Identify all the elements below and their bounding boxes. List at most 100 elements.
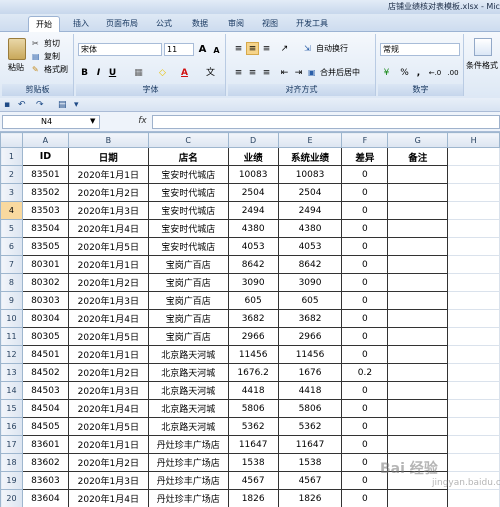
data-cell[interactable] [387,327,449,346]
data-cell[interactable]: 1676 [277,363,343,382]
empty-cell[interactable] [447,255,500,274]
bold-button[interactable]: B [78,66,91,79]
empty-cell[interactable] [447,147,500,166]
data-cell[interactable]: 605 [277,291,343,310]
data-cell[interactable]: 83503 [21,201,69,220]
cut-icon[interactable]: ✂ [32,38,39,50]
data-cell[interactable]: 0 [341,309,389,328]
row-header[interactable]: 19 [0,471,23,490]
align-right-icon[interactable]: ≡ [260,66,273,79]
empty-cell[interactable] [447,399,500,418]
data-cell[interactable]: 4380 [277,219,343,238]
data-cell[interactable]: 83505 [21,237,69,256]
data-cell[interactable]: 2966 [277,327,343,346]
data-cell[interactable]: 2966 [227,327,279,346]
data-cell[interactable]: 2020年1月2日 [67,273,149,292]
data-cell[interactable] [387,255,449,274]
data-cell[interactable] [387,435,449,454]
data-cell[interactable]: 11456 [227,345,279,364]
empty-cell[interactable] [447,273,500,292]
data-cell[interactable]: 0 [341,417,389,436]
data-cell[interactable] [387,291,449,310]
data-cell[interactable]: 80301 [21,255,69,274]
data-cell[interactable]: 北京路天河城 [147,399,229,418]
format-painter-icon[interactable]: ✎ [32,64,39,76]
data-cell[interactable]: 宝岗广百店 [147,255,229,274]
empty-cell[interactable] [447,309,500,328]
data-cell[interactable]: 2494 [227,201,279,220]
data-cell[interactable]: 0 [341,183,389,202]
data-cell[interactable]: 0 [341,399,389,418]
align-bottom-icon[interactable]: ≡ [260,42,273,55]
save-icon[interactable]: ▪ [4,99,10,111]
empty-cell[interactable] [447,345,500,364]
data-cell[interactable]: 5806 [277,399,343,418]
data-cell[interactable]: 宝岗广百店 [147,291,229,310]
data-cell[interactable]: 83504 [21,219,69,238]
row-header[interactable]: 6 [0,237,23,256]
data-cell[interactable]: 0 [341,201,389,220]
decrease-decimal-button[interactable]: .00 [444,66,462,79]
align-left-icon[interactable]: ≡ [232,66,245,79]
font-size-select[interactable]: 11 [164,43,194,56]
column-header-g[interactable]: G [387,132,449,148]
data-cell[interactable]: 84503 [21,381,69,400]
data-cell[interactable]: 11456 [277,345,343,364]
tab-home[interactable]: 开始 [28,16,60,32]
empty-cell[interactable] [447,417,500,436]
currency-icon[interactable]: ¥ [380,66,393,79]
data-cell[interactable]: 5362 [227,417,279,436]
empty-cell[interactable] [447,237,500,256]
data-cell[interactable]: 丹灶珍丰广场店 [147,471,229,490]
data-cell[interactable]: 83602 [21,453,69,472]
empty-cell[interactable] [447,453,500,472]
data-cell[interactable]: 84505 [21,417,69,436]
data-cell[interactable]: 5362 [277,417,343,436]
data-cell[interactable]: 0 [341,327,389,346]
tab-review[interactable]: 审阅 [222,16,250,32]
format-painter-button[interactable]: 格式刷 [44,64,68,76]
data-cell[interactable]: 1826 [277,489,343,507]
data-cell[interactable]: 0 [341,345,389,364]
row-header[interactable]: 7 [0,255,23,274]
header-cell-notes[interactable]: 备注 [387,147,449,166]
data-cell[interactable]: 4053 [277,237,343,256]
data-cell[interactable]: 80303 [21,291,69,310]
data-cell[interactable]: 605 [227,291,279,310]
data-cell[interactable]: 北京路天河城 [147,345,229,364]
data-cell[interactable]: 84504 [21,399,69,418]
number-format-select[interactable]: 常规 [380,43,460,56]
data-cell[interactable]: 0 [341,219,389,238]
data-cell[interactable]: 丹灶珍丰广场店 [147,489,229,507]
data-cell[interactable]: 2020年1月1日 [67,255,149,274]
data-cell[interactable]: 宝岗广百店 [147,327,229,346]
row-header[interactable]: 1 [0,147,23,166]
data-cell[interactable]: 3682 [227,309,279,328]
merge-center-button[interactable]: 合并后居中 [320,67,360,79]
orientation-icon[interactable]: ↗ [278,42,291,55]
data-cell[interactable]: 4380 [227,219,279,238]
row-header[interactable]: 3 [0,183,23,202]
customize-qat-icon[interactable]: ▾ [74,99,79,111]
data-cell[interactable]: 丹灶珍丰广场店 [147,453,229,472]
data-cell[interactable] [387,363,449,382]
font-name-select[interactable]: 宋体 [78,43,162,56]
data-cell[interactable] [387,165,449,184]
percent-button[interactable]: % [398,66,411,79]
header-cell-sales[interactable]: 业绩 [227,147,279,166]
data-cell[interactable]: 宝岗广百店 [147,309,229,328]
empty-cell[interactable] [447,183,500,202]
data-cell[interactable] [387,219,449,238]
data-cell[interactable] [387,201,449,220]
data-cell[interactable]: 11647 [277,435,343,454]
redo-icon[interactable]: ↷ [36,99,44,111]
wrap-text-button[interactable]: 自动换行 [316,43,348,55]
header-cell-date[interactable]: 日期 [67,147,149,166]
conditional-format-icon[interactable] [474,38,492,56]
empty-cell[interactable] [447,291,500,310]
data-cell[interactable]: 北京路天河城 [147,417,229,436]
data-cell[interactable]: 2020年1月5日 [67,327,149,346]
empty-cell[interactable] [447,219,500,238]
data-cell[interactable]: 10083 [227,165,279,184]
undo-icon[interactable]: ↶ [18,99,26,111]
